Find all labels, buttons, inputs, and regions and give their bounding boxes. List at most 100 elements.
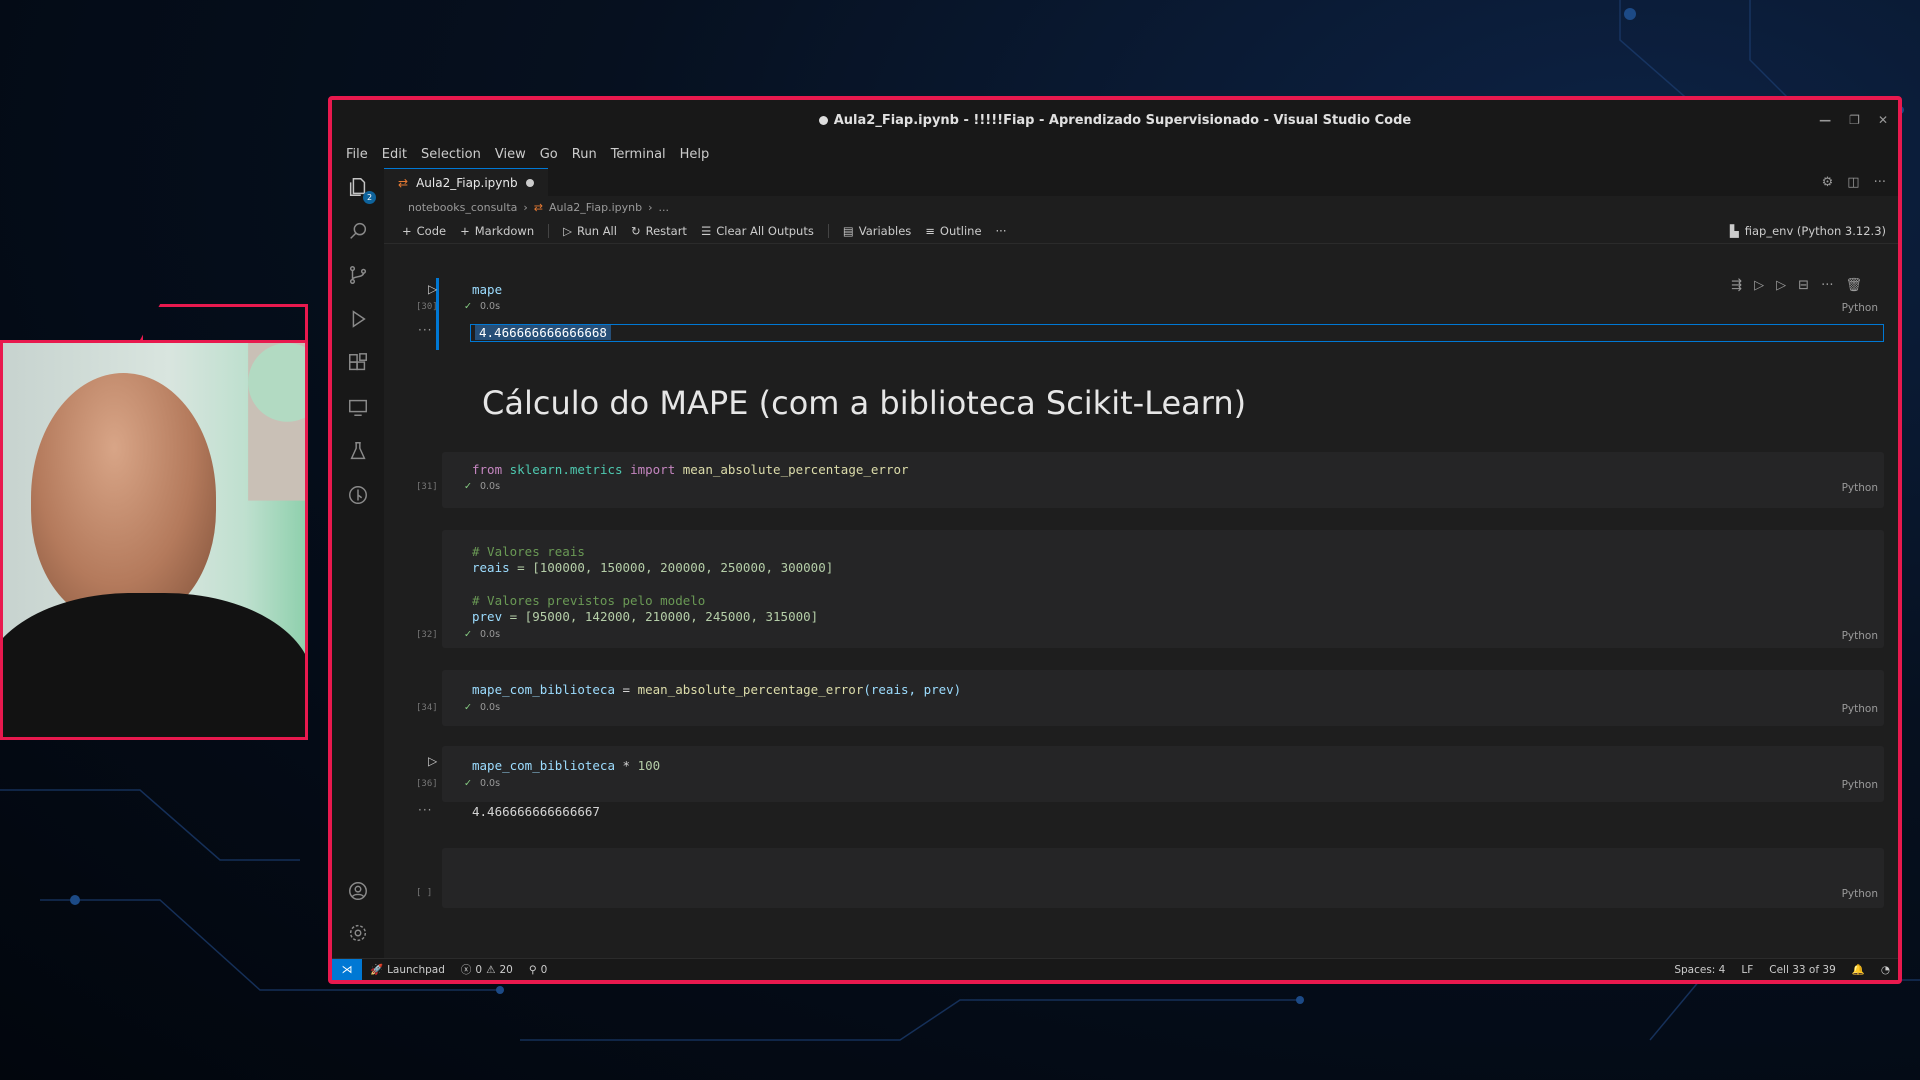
explorer-icon[interactable]: 2 [345, 174, 376, 204]
menu-go[interactable]: Go [540, 147, 558, 162]
execution-count: [34] [416, 703, 438, 713]
cell-language[interactable]: Python [1842, 630, 1878, 642]
output-more-icon[interactable]: ··· [418, 323, 432, 337]
testing-icon[interactable] [345, 438, 371, 464]
menu-selection[interactable]: Selection [421, 147, 481, 162]
bell-icon[interactable]: 🔔 [1844, 963, 1873, 976]
cell-language[interactable]: Python [1842, 703, 1878, 715]
cell-language[interactable]: Python [1842, 779, 1878, 791]
outline-button[interactable]: ≡ Outline [925, 224, 981, 238]
webcam-overlay [0, 340, 308, 740]
more-actions-icon[interactable]: ··· [1874, 175, 1886, 190]
code-comment[interactable]: # Valores reais [472, 544, 585, 560]
cell-language[interactable]: Python [1842, 888, 1878, 900]
add-code-button[interactable]: + Code [402, 224, 446, 238]
ports-icon: ⚲ [528, 963, 537, 976]
cell-editor[interactable] [442, 848, 1884, 908]
add-markdown-button[interactable]: + Markdown [460, 224, 534, 238]
code-variable: mape_com_biblioteca [472, 758, 615, 773]
toolbar-more-button[interactable]: ··· [996, 224, 1007, 238]
indentation-item[interactable]: Spaces: 4 [1666, 964, 1733, 976]
settings-gear-icon[interactable] [345, 920, 371, 946]
code-line[interactable]: reais = [100000, 150000, 200000, 250000,… [472, 560, 833, 576]
markdown-heading[interactable]: Cálculo do MAPE (com a biblioteca Scikit… [482, 384, 1246, 422]
account-icon[interactable] [345, 878, 371, 904]
launchpad-item[interactable]: 🚀 Launchpad [362, 963, 453, 977]
cell-position-item[interactable]: Cell 33 of 39 [1761, 964, 1843, 976]
function-name: mean_absolute_percentage_error [637, 682, 864, 697]
success-check-icon: ✓ [464, 702, 472, 713]
exec-time: 0.0s [479, 778, 501, 789]
menu-file[interactable]: File [346, 147, 368, 162]
code-line[interactable]: mape [472, 282, 502, 298]
restart-button[interactable]: ↻ Restart [631, 224, 687, 238]
code-cell-data[interactable]: # Valores reais reais = [100000, 150000,… [416, 530, 1884, 658]
code-cell-mape-percent[interactable]: ▷ mape_com_biblioteca * 100 [36] ✓ 0.0s P… [416, 746, 1884, 830]
code-comment[interactable]: # Valores previstos pelo modelo [472, 593, 705, 609]
run-all-button[interactable]: ▷ Run All [563, 224, 617, 238]
menu-edit[interactable]: Edit [382, 147, 407, 162]
code-cell-mape[interactable]: ▷ mape [30] ✓ 0.0s Python ··· 4.466666666… [416, 272, 1884, 358]
menu-view[interactable]: View [495, 147, 526, 162]
settings-icon[interactable]: ⚙ [1822, 175, 1834, 190]
cell-editor[interactable] [442, 670, 1884, 726]
cell-editor[interactable] [442, 530, 1884, 648]
selected-output-text: 4.466666666666668 [475, 325, 611, 340]
extensions-icon[interactable] [345, 350, 371, 376]
kernel-picker[interactable]: ▙ fiap_env (Python 3.12.3) [1730, 224, 1898, 238]
search-icon[interactable] [345, 218, 371, 244]
menu-help[interactable]: Help [680, 147, 710, 162]
breadcrumb-file[interactable]: Aula2_Fiap.ipynb [549, 201, 642, 214]
explorer-badge: 2 [363, 191, 376, 204]
run-debug-icon[interactable] [345, 306, 371, 332]
breadcrumb-folder[interactable]: notebooks_consulta [408, 201, 517, 214]
function-args: (reais, prev) [863, 682, 962, 697]
code-line[interactable]: mape_com_biblioteca = mean_absolute_perc… [472, 682, 961, 698]
eol-item[interactable]: LF [1733, 964, 1761, 976]
source-control-icon[interactable] [345, 262, 371, 288]
code-cell-mape-calc[interactable]: mape_com_biblioteca = mean_absolute_perc… [416, 670, 1884, 734]
copilot-icon[interactable]: ◔ [1873, 964, 1898, 976]
code-number: 100 [637, 758, 661, 773]
webcam-person-body [3, 593, 305, 737]
status-bar-right: Spaces: 4 LF Cell 33 of 39 🔔 ◔ [1666, 963, 1898, 977]
run-cell-button[interactable]: ▷ [428, 282, 437, 296]
minimize-icon[interactable]: — [1819, 113, 1831, 127]
code-line[interactable]: prev = [95000, 142000, 210000, 245000, 3… [472, 609, 818, 625]
remote-explorer-icon[interactable] [345, 394, 371, 420]
cell-language[interactable]: Python [1842, 302, 1878, 314]
cell-editor[interactable] [442, 746, 1884, 802]
cell-output[interactable]: 4.466666666666667 [472, 804, 600, 819]
exec-time: 0.0s [479, 629, 501, 640]
remote-indicator-icon[interactable]: ⋊ [332, 958, 362, 980]
output-more-icon[interactable]: ··· [418, 803, 432, 817]
run-cell-button[interactable]: ▷ [428, 754, 437, 768]
ports-item[interactable]: ⚲ 0 [521, 964, 555, 976]
restart-icon: ↻ [630, 223, 641, 238]
menu-run[interactable]: Run [572, 147, 597, 162]
code-line[interactable]: from sklearn.metrics import mean_absolut… [472, 462, 909, 478]
code-cell-empty[interactable]: [ ] Python [416, 848, 1884, 918]
gitlens-icon[interactable] [345, 482, 371, 508]
tab-unsaved-dot[interactable] [525, 178, 534, 187]
problems-item[interactable]: ⓧ 0 ⚠ 20 [453, 962, 521, 977]
cell-language[interactable]: Python [1842, 482, 1878, 494]
close-icon[interactable]: ✕ [1878, 113, 1888, 127]
clear-outputs-label: Clear All Outputs [716, 223, 814, 238]
variables-button[interactable]: ▤ Variables [843, 224, 911, 238]
notebook-file-icon: ⇄ [533, 200, 544, 214]
code-line[interactable]: mape_com_biblioteca * 100 [472, 758, 660, 774]
output-selected[interactable]: 4.466666666666668 [470, 324, 1884, 342]
restore-icon[interactable]: ❐ [1849, 113, 1860, 127]
toolbar-separator [827, 223, 829, 238]
menu-terminal[interactable]: Terminal [611, 147, 666, 162]
split-editor-icon[interactable]: ◫ [1847, 175, 1859, 190]
breadcrumb-more[interactable]: ... [659, 201, 670, 214]
exec-time: 0.0s [479, 481, 501, 492]
tab-aula2-notebook[interactable]: ⇄ Aula2_Fiap.ipynb [384, 168, 548, 196]
cell-editor[interactable] [442, 452, 1884, 508]
add-markdown-label: Markdown [474, 223, 535, 238]
execution-count: [31] [416, 482, 438, 492]
code-cell-import[interactable]: from sklearn.metrics import mean_absolut… [416, 452, 1884, 518]
clear-outputs-button[interactable]: ☰ Clear All Outputs [701, 224, 814, 238]
